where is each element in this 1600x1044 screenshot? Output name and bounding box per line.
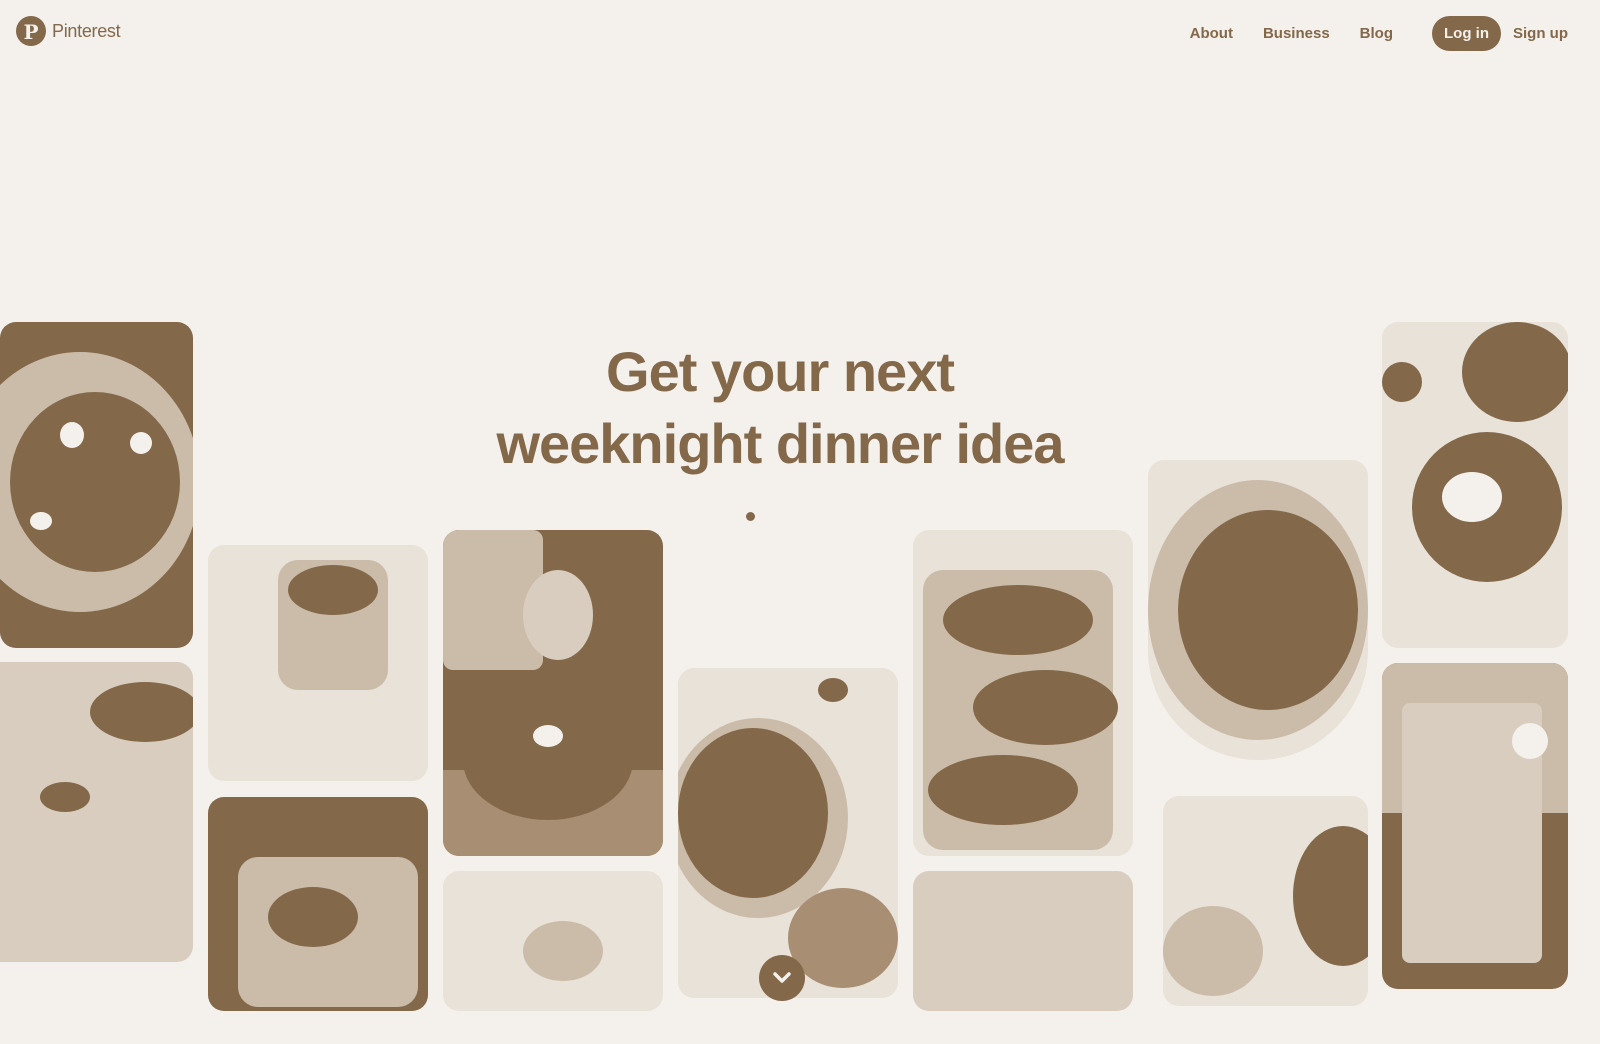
food-image-cooking-bowl[interactable] <box>443 530 663 856</box>
hero-headline: Get your next weeknight dinner idea <box>0 336 1560 480</box>
food-image-grilled-plate[interactable] <box>1148 460 1368 760</box>
nav-business-link[interactable]: Business <box>1248 25 1345 42</box>
food-image-flatbread[interactable] <box>208 797 428 1011</box>
logo[interactable]: P Pinterest <box>16 16 121 46</box>
food-image-spoon-dish[interactable] <box>443 871 663 1011</box>
logo-text: Pinterest <box>52 20 121 41</box>
top-nav: About Business Blog Log in Sign up <box>1175 14 1600 52</box>
food-image-dining-room[interactable] <box>1382 663 1568 989</box>
food-image-drink-glass[interactable] <box>0 662 193 962</box>
pinterest-logo-icon: P <box>16 16 46 46</box>
carousel-indicator-dot[interactable] <box>746 512 755 521</box>
chevron-down-icon <box>773 972 791 983</box>
food-image-soup-jar[interactable] <box>208 545 428 781</box>
food-image-toast-board[interactable] <box>913 530 1133 856</box>
hero-headline-line2: weeknight dinner idea <box>496 412 1064 475</box>
hero-headline-line1: Get your next <box>606 340 955 403</box>
login-button[interactable]: Log in <box>1432 15 1501 51</box>
food-image-wraps[interactable] <box>913 871 1133 1011</box>
scroll-down-button[interactable] <box>759 955 805 1001</box>
signup-button[interactable]: Sign up <box>1505 16 1576 51</box>
nav-about-link[interactable]: About <box>1175 25 1248 42</box>
food-image-stew-bowl[interactable] <box>678 668 898 998</box>
food-image-dip-spoon[interactable] <box>1163 796 1368 1006</box>
nav-blog-link[interactable]: Blog <box>1345 25 1408 42</box>
site-header: P Pinterest About Business Blog Log in S… <box>0 0 1600 64</box>
